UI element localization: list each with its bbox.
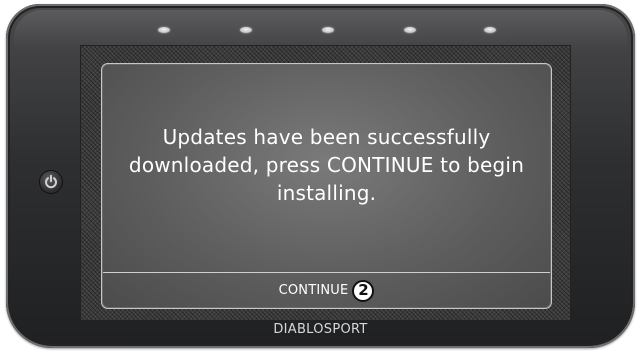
power-button[interactable] bbox=[40, 171, 62, 193]
led-indicator-icon bbox=[158, 27, 170, 33]
step-marker-badge: 2 bbox=[352, 279, 375, 302]
device-screenshot: Updates have been successfully downloade… bbox=[0, 0, 641, 352]
continue-button[interactable]: CONTINUE 2 bbox=[103, 274, 550, 307]
brand-logo: DIABLOSPORT bbox=[273, 322, 368, 337]
continue-label: CONTINUE bbox=[278, 283, 349, 298]
led-indicator-icon bbox=[322, 27, 334, 33]
update-message: Updates have been successfully downloade… bbox=[128, 125, 525, 205]
led-indicator-icon bbox=[404, 27, 416, 33]
led-indicator-icon bbox=[484, 27, 496, 33]
power-icon bbox=[45, 174, 57, 189]
update-dialog: Updates have been successfully downloade… bbox=[101, 63, 552, 309]
divider bbox=[103, 272, 550, 273]
led-indicator-icon bbox=[240, 27, 252, 33]
